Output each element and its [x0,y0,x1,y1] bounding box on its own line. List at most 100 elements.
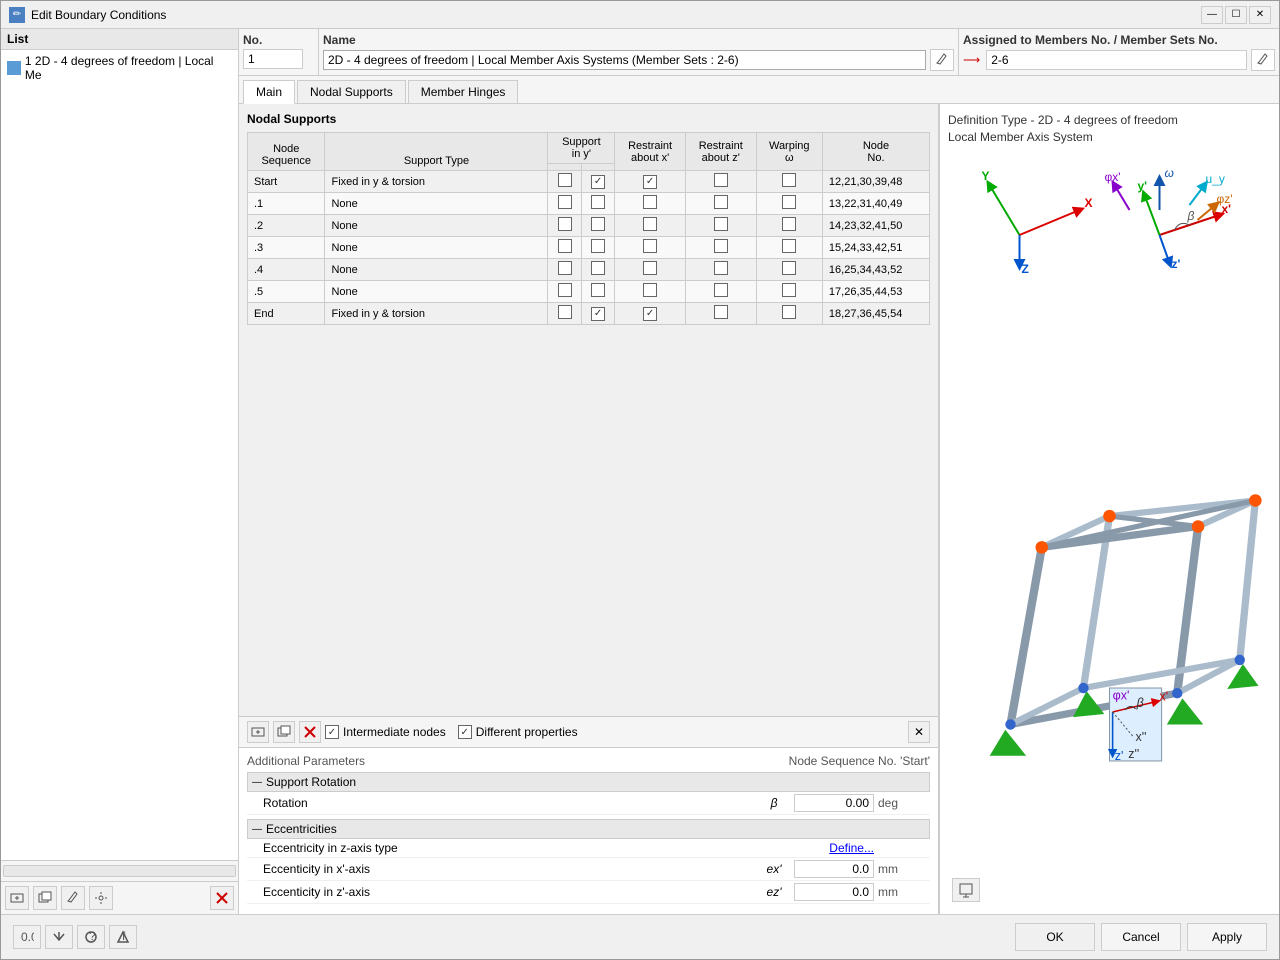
different-properties-checkbox[interactable] [458,725,472,739]
no-input[interactable] [243,49,303,69]
checkbox-w-3[interactable] [782,239,796,253]
name-edit-button[interactable] [930,49,954,71]
apply-button[interactable]: Apply [1187,923,1267,951]
cell-seq-end: End [248,303,325,325]
checkbox-sy2-4[interactable] [591,261,605,275]
checkbox-sy1-2[interactable] [558,217,572,231]
list-item[interactable]: 1 2D - 4 degrees of freedom | Local Me [3,52,236,84]
checkbox-rz-end[interactable] [714,305,728,319]
checkbox-sy2-3[interactable] [591,239,605,253]
list-item-icon [7,61,21,75]
checkbox-sy1-4[interactable] [558,261,572,275]
horizontal-scrollbar[interactable] [3,865,236,877]
support-rotation-header[interactable]: — Support Rotation [247,772,930,792]
cell-seq-2: .2 [248,215,325,237]
bottom-icon-3[interactable]: ? [77,925,105,949]
cell-type-end: Fixed in y & torsion [325,303,548,325]
cell-sy2-start[interactable] [581,171,614,193]
delete-row-btn[interactable] [299,721,321,743]
checkbox-w-4[interactable] [782,261,796,275]
name-section: Name [319,29,959,75]
cancel-button[interactable]: Cancel [1101,923,1181,951]
checkbox-sy2-end[interactable] [591,307,605,321]
svg-text:φx': φx' [1113,688,1130,702]
export-viz-button[interactable] [952,878,980,902]
collapse-icon: — [252,777,262,788]
cell-w-start[interactable] [756,171,822,193]
checkbox-sy1-start[interactable] [558,173,572,187]
add-row-table-btn[interactable] [247,721,269,743]
checkbox-sy1-3[interactable] [558,239,572,253]
close-button[interactable]: ✕ [1249,6,1271,24]
collapse-icon-2: — [252,824,262,835]
settings-button[interactable] [89,886,113,910]
th-rz: Restraintabout z' [685,133,756,171]
checkbox-rx-4[interactable] [643,261,657,275]
cell-sy1-start[interactable] [548,171,581,193]
cell-node-4: 16,25,34,43,52 [822,259,929,281]
checkbox-rz-5[interactable] [714,283,728,297]
checkbox-rx-start[interactable] [643,175,657,189]
checkbox-w-1[interactable] [782,195,796,209]
checkbox-rz-3[interactable] [714,239,728,253]
ok-button[interactable]: OK [1015,923,1095,951]
viz-panel: Definition Type - 2D - 4 degrees of free… [939,104,1279,914]
rename-button[interactable] [61,886,85,910]
different-properties-checkbox-label[interactable]: Different properties [458,725,578,739]
checkbox-rz-1[interactable] [714,195,728,209]
delete-button[interactable] [210,886,234,910]
checkbox-rx-5[interactable] [643,283,657,297]
checkbox-w-start[interactable] [782,173,796,187]
checkbox-sy1-1[interactable] [558,195,572,209]
svg-text:z': z' [1172,257,1181,271]
toolbar-close-button[interactable]: ✕ [908,721,930,743]
bottom-icon-1[interactable]: 0.0 [13,925,41,949]
assigned-input[interactable] [986,50,1247,70]
th-support-y-group: Supportin y' [548,133,615,164]
checkbox-rz-4[interactable] [714,261,728,275]
bottom-icon-4[interactable]: f [109,925,137,949]
checkbox-sy2-5[interactable] [591,283,605,297]
maximize-button[interactable]: ☐ [1225,6,1247,24]
checkbox-w-end[interactable] [782,305,796,319]
bottom-icon-2[interactable] [45,925,73,949]
cell-rx-start[interactable] [615,171,686,193]
checkbox-w-2[interactable] [782,217,796,231]
checkbox-sy1-5[interactable] [558,283,572,297]
cell-type-4: None [325,259,548,281]
checkbox-w-5[interactable] [782,283,796,297]
x-prime-value-input[interactable] [794,860,874,878]
tab-main[interactable]: Main [243,80,295,104]
svg-text:φx': φx' [1105,170,1121,184]
z-prime-value-input[interactable] [794,883,874,901]
tab-member-hinges[interactable]: Member Hinges [408,80,519,103]
assigned-edit-button[interactable] [1251,49,1275,71]
x-prime-unit: mm [874,862,914,876]
tab-nodal-supports[interactable]: Nodal Supports [297,80,406,103]
assigned-label: Assigned to Members No. / Member Sets No… [963,33,1275,47]
checkbox-rx-1[interactable] [643,195,657,209]
minimize-button[interactable]: — [1201,6,1223,24]
svg-text:φz': φz' [1217,192,1233,206]
name-input[interactable] [323,50,926,70]
eccentricities-header[interactable]: — Eccentricities [247,819,930,839]
checkbox-rx-3[interactable] [643,239,657,253]
checkbox-rx-2[interactable] [643,217,657,231]
cell-rz-start[interactable] [685,171,756,193]
checkbox-rz-2[interactable] [714,217,728,231]
intermediate-nodes-checkbox[interactable] [325,725,339,739]
checkbox-sy1-end[interactable] [558,305,572,319]
intermediate-nodes-checkbox-label[interactable]: Intermediate nodes [325,725,446,739]
add-row-button[interactable] [5,886,29,910]
checkbox-sy2-1[interactable] [591,195,605,209]
z-axis-type-value[interactable]: Define... [829,841,874,855]
different-properties-label: Different properties [476,725,578,739]
checkbox-sy2-start[interactable] [591,175,605,189]
duplicate-button[interactable] [33,886,57,910]
checkbox-sy2-2[interactable] [591,217,605,231]
rotation-value-input[interactable] [794,794,874,812]
eccentricities-group: — Eccentricities Eccentricity in z-axis … [247,819,930,904]
checkbox-rx-end[interactable] [643,307,657,321]
copy-row-btn[interactable] [273,721,295,743]
checkbox-rz-start[interactable] [714,173,728,187]
